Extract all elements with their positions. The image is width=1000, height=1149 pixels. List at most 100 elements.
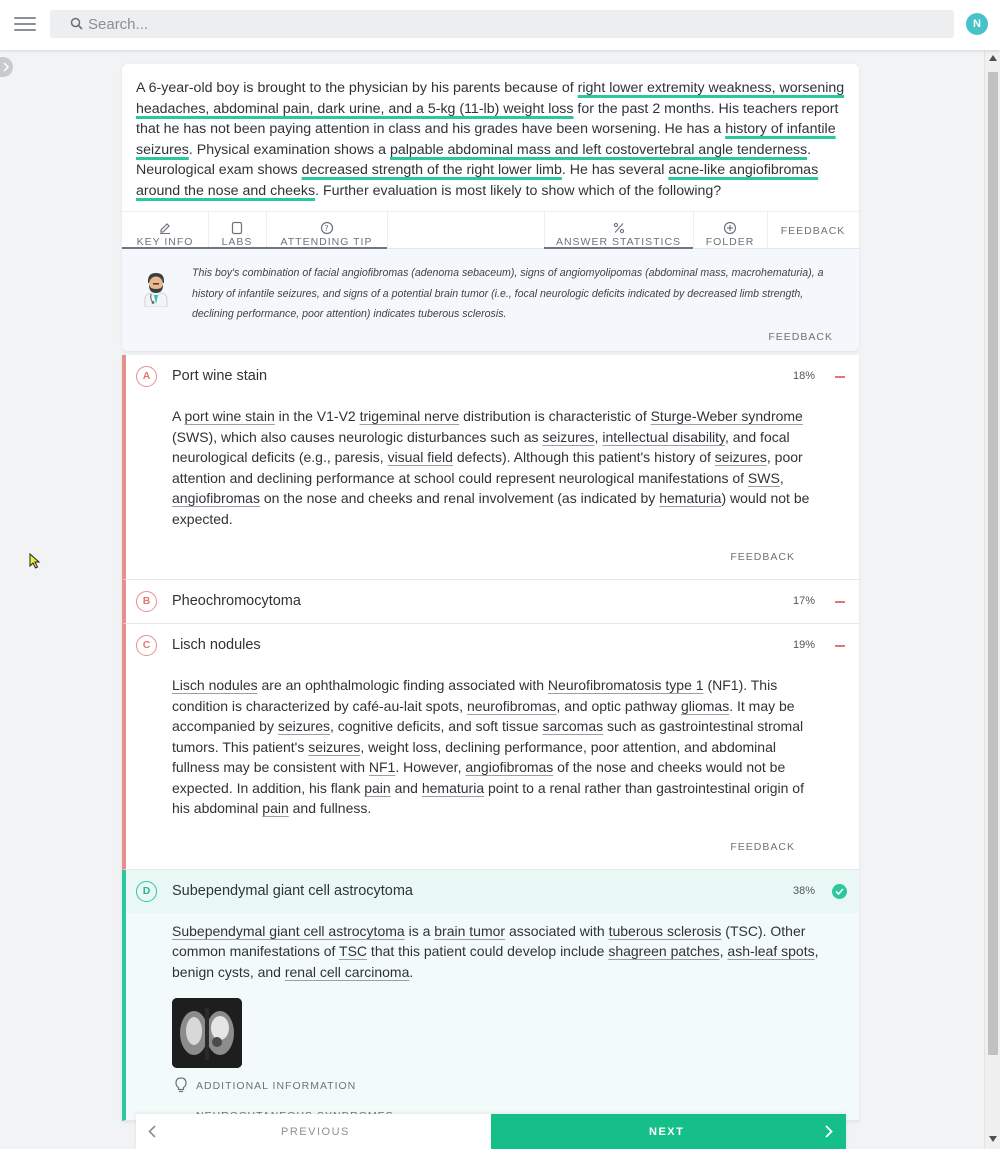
explanation-text: on the nose and cheeks and renal involve… [259,490,660,506]
answer-title: Lisch nodules [172,637,261,653]
term-link[interactable]: shagreen patches [608,943,719,959]
explanation-text: , and optic pathway [556,697,681,714]
explanation-text: A [172,408,185,424]
tab-folder[interactable]: FOLDER [693,212,767,250]
tab-labs[interactable]: LABS [208,212,266,250]
lightbulb-icon [175,1077,187,1093]
tab-feedback[interactable]: FEEDBACK [767,212,859,250]
explanation-text: is a [404,922,435,939]
previous-label: PREVIOUS [281,1126,350,1138]
previous-button[interactable]: PREVIOUS [136,1114,491,1149]
svg-text:?: ? [324,224,329,233]
attending-tip-panel: This boy's combination of facial angiofi… [122,249,859,351]
sidebar-toggle[interactable] [0,57,13,77]
term-link[interactable]: Lisch nodules [172,677,258,693]
answer-title: Port wine stain [172,368,268,384]
tab-folder-label: FOLDER [705,236,755,248]
term-link[interactable]: neurofibromas [467,698,557,714]
term-link[interactable]: brain tumor [434,923,505,939]
collapse-minus-icon[interactable] [835,376,845,378]
answer-option-a[interactable]: A Port wine stain 18% A port wine stain … [122,355,859,580]
tab-answer-statistics-label: ANSWER STATISTICS [555,236,682,248]
term-link[interactable]: trigeminal nerve [360,408,460,424]
explanation-text: in the V1-V2 [274,408,360,424]
answer-percentage: 38% [793,884,816,897]
term-link[interactable]: hematuria [422,780,484,796]
term-link[interactable]: port wine stain [184,408,274,424]
term-link[interactable]: seizures [308,739,360,755]
answer-option-c[interactable]: C Lisch nodules 19% Lisch nodules are an… [122,624,859,870]
scroll-thumb[interactable] [988,72,998,1055]
explanation-text: distribution is characteristic of [459,408,651,424]
explanation-text: that this patient could develop include [367,943,609,959]
tab-key-info[interactable]: KEY INFO [122,212,208,250]
tab-key-info-label: KEY INFO [136,236,194,248]
term-link[interactable]: Sturge-Weber syndrome [651,408,803,424]
explanation-text: , [779,469,784,486]
search-input[interactable] [88,14,938,34]
term-link[interactable]: angiofibromas [172,490,260,506]
term-link[interactable]: Neurofibromatosis type 1 [548,677,704,693]
bottom-navigation: PREVIOUS NEXT [136,1114,846,1149]
answer-percentage: 18% [793,370,816,382]
answer-header[interactable]: C Lisch nodules 19% [126,624,859,667]
next-button[interactable]: NEXT [491,1114,846,1149]
doctor-avatar-icon [144,273,168,307]
add-circle-icon [723,221,737,235]
answer-header[interactable]: A Port wine stain 18% [126,355,859,398]
additional-info-label: ADDITIONAL INFORMATION [196,1080,357,1092]
mri-image-thumbnail[interactable] [172,998,242,1068]
question-card: A 6-year-old boy is brought to the physi… [122,64,859,351]
collapse-minus-icon[interactable] [835,601,845,603]
term-link[interactable]: visual field [388,449,453,465]
term-link[interactable]: intellectual disability [602,429,725,445]
tab-attending-tip[interactable]: ? ATTENDING TIP [266,212,387,250]
answer-header[interactable]: B Pheochromocytoma 17% [126,580,859,623]
chevron-right-icon [3,62,10,72]
question-text-segment: . Physical examination shows a [188,141,390,158]
answer-feedback-button[interactable]: FEEDBACK [126,819,859,869]
next-label: NEXT [649,1126,685,1138]
answer-feedback-button[interactable]: FEEDBACK [126,529,859,579]
term-link[interactable]: pain [364,780,390,796]
term-link[interactable]: tuberous sclerosis [609,923,722,939]
tab-feedback-label: FEEDBACK [780,225,846,237]
explanation-text: and [390,779,422,796]
hamburger-menu-icon[interactable] [14,14,36,34]
term-link[interactable]: SWS [748,470,780,486]
question-text-segment: . Further evaluation is most likely to s… [315,182,722,199]
top-bar: N [0,0,1000,50]
term-link[interactable]: renal cell carcinoma [285,964,410,980]
chevron-right-icon [825,1125,833,1138]
term-link[interactable]: NF1 [369,759,395,775]
term-link[interactable]: seizures [715,449,767,465]
answer-option-b[interactable]: B Pheochromocytoma 17% [122,580,859,624]
term-link[interactable]: Subependymal giant cell astrocytoma [172,923,405,939]
term-link[interactable]: pain [262,800,288,816]
scroll-up-icon[interactable] [989,55,997,61]
term-link[interactable]: TSC [339,943,367,959]
term-link[interactable]: ash-leaf spots [727,943,814,959]
tab-answer-statistics[interactable]: ANSWER STATISTICS [544,212,693,250]
answer-option-d[interactable]: D Subependymal giant cell astrocytoma 38… [122,869,859,1121]
search-bar[interactable] [50,10,954,38]
search-icon [70,17,83,30]
collapse-minus-icon[interactable] [835,645,845,647]
term-link[interactable]: sarcomas [542,718,603,734]
scroll-down-icon[interactable] [989,1136,997,1142]
term-link[interactable]: angiofibromas [465,759,553,775]
term-link[interactable]: gliomas [681,698,729,714]
answer-header[interactable]: D Subependymal giant cell astrocytoma 38… [126,869,859,913]
key-info-highlight: palpable abdominal mass and left costove… [389,141,808,158]
term-link[interactable]: seizures [278,718,330,734]
additional-info-button[interactable]: ADDITIONAL INFORMATION [172,1077,859,1096]
answer-percentage: 17% [793,595,816,607]
tip-feedback-button[interactable]: FEEDBACK [192,331,833,343]
term-link[interactable]: seizures [542,429,594,445]
page-scrollbar[interactable] [984,50,1000,1149]
term-link[interactable]: hematuria [659,490,721,506]
explanation-text: , cognitive deficits, and soft tissue [329,718,543,734]
user-avatar[interactable]: N [966,13,988,35]
answer-list: A Port wine stain 18% A port wine stain … [122,355,859,1121]
chevron-left-icon [148,1125,156,1138]
